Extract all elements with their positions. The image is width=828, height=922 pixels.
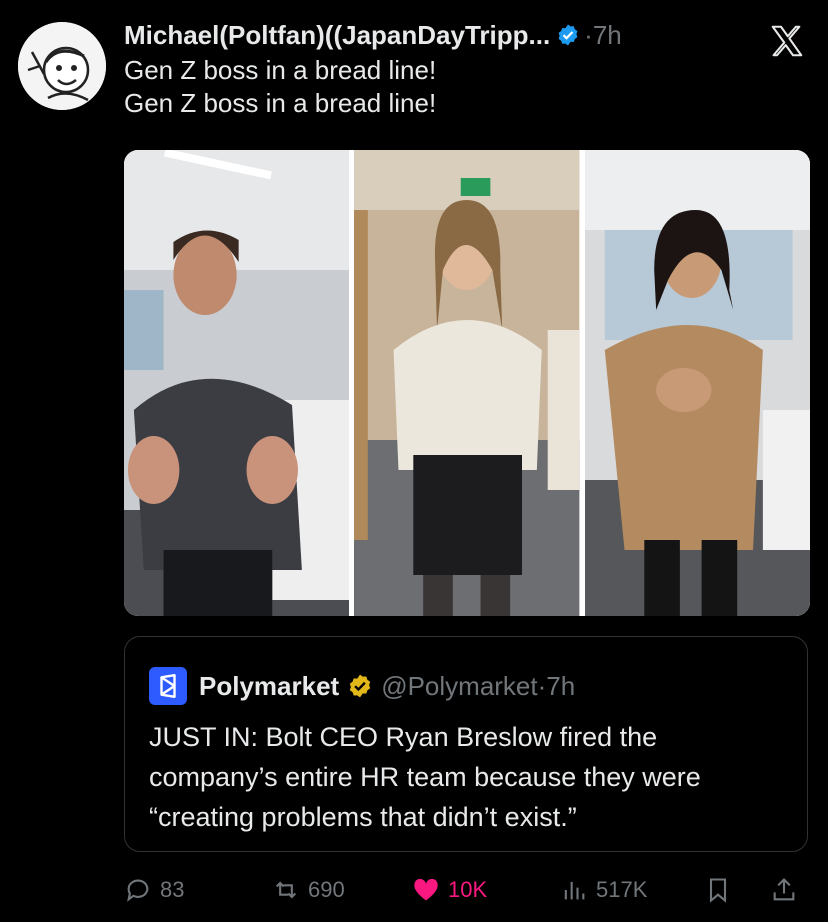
quoted-separator-dot: · [537, 670, 547, 701]
views-button[interactable]: 517K [560, 870, 647, 910]
reply-button[interactable]: 83 [124, 870, 184, 910]
quoted-tweet-header: Polymarket @Polymarket · 7h [149, 667, 575, 705]
x-logo-icon[interactable] [768, 22, 806, 60]
like-heart-icon [414, 878, 438, 901]
bookmark-button[interactable] [704, 870, 732, 910]
share-icon [773, 878, 795, 901]
bookmark-icon [709, 878, 727, 903]
separator-dot: · [584, 20, 593, 50]
gold-verified-badge-icon [350, 674, 371, 698]
repost-count: 690 [308, 877, 345, 902]
office-photo-3 [584, 150, 810, 616]
polymarket-logo-icon [149, 667, 187, 705]
views-icon [564, 881, 585, 900]
avatar-cartoon [18, 22, 106, 110]
verified-badge-icon [558, 24, 578, 46]
tweet-line-2: Gen Z boss in a bread line! [124, 88, 437, 118]
quoted-tweet-card[interactable]: Polymarket @Polymarket · 7h JUST IN: Bol… [124, 636, 808, 852]
media-grid[interactable] [124, 150, 810, 616]
tweet-time[interactable]: 7h [593, 18, 622, 52]
share-button[interactable] [770, 870, 798, 910]
repost-button[interactable]: 690 [272, 870, 345, 910]
quoted-author-name[interactable]: Polymarket [199, 671, 339, 702]
photo-panel-1[interactable] [124, 150, 350, 616]
office-photo-1 [124, 150, 350, 616]
views-count: 517K [596, 877, 648, 902]
tweet-line-1: Gen Z boss in a bread line! [124, 55, 437, 85]
repost-icon [275, 881, 297, 899]
photo-panel-3[interactable] [584, 150, 810, 616]
photo-panel-2[interactable] [354, 150, 580, 616]
tweet-text: Gen Z boss in a bread line! Gen Z boss i… [124, 54, 764, 120]
quoted-tweet-time[interactable]: 7h [546, 671, 575, 702]
quoted-tweet-text: JUST IN: Bolt CEO Ryan Breslow fired the… [149, 722, 701, 832]
reply-count: 83 [160, 877, 185, 902]
action-bar: 83 690 10K 517K [124, 870, 808, 910]
like-button[interactable]: 10K [412, 870, 487, 910]
reply-icon [127, 879, 149, 902]
like-count: 10K [448, 877, 488, 902]
quoted-author-handle[interactable]: @Polymarket [381, 671, 537, 702]
avatar[interactable] [18, 22, 106, 110]
author-row: Michael(Poltfan)((JapanDayTripp... · 7h [124, 18, 764, 52]
author-name[interactable]: Michael(Poltfan)((JapanDayTripp... [124, 18, 550, 52]
tweet-header: Michael(Poltfan)((JapanDayTripp... · 7h … [124, 18, 764, 120]
office-photo-2 [354, 150, 580, 616]
